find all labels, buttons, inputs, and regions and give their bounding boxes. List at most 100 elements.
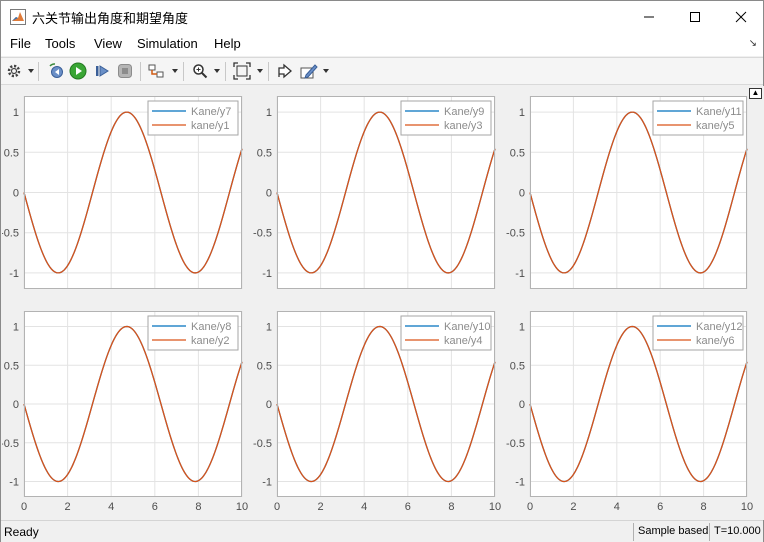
legend[interactable]: Kane/y10 kane/y4 <box>400 315 492 351</box>
legend-entry: kane/y6 <box>696 335 735 347</box>
axes-1[interactable]: 1 0.5 0 -0.5 -1 Kane/y7 kane/y1 <box>0 96 243 289</box>
legend[interactable]: Kane/y11 kane/y5 <box>652 100 744 136</box>
menu-simulation[interactable]: Simulation <box>137 36 198 51</box>
toolbar-separator <box>38 62 39 81</box>
title-bar: 六关节输出角度和期望角度 <box>1 1 763 32</box>
step-forward-button[interactable] <box>92 61 112 81</box>
minimize-button[interactable] <box>626 1 672 32</box>
x-tick-label: 6 <box>405 501 411 513</box>
x-tick-label: 8 <box>448 501 454 513</box>
axes-3[interactable]: 1 0.5 0 -0.5 -1 Kane/y11 kane/y5 <box>506 96 748 289</box>
legend-entry: kane/y3 <box>444 120 483 132</box>
axes-4[interactable]: 10.50-0.5-10246810Kane/y8kane/y2 <box>0 311 248 513</box>
matlab-icon <box>10 9 26 25</box>
legend-entry: Kane/y12 <box>696 321 742 333</box>
stop-icon <box>118 64 132 78</box>
x-tick-label: 8 <box>195 501 201 513</box>
toolbar-separator <box>183 62 184 81</box>
legend-entry: Kane/y9 <box>444 106 484 118</box>
status-ready: Ready <box>4 525 39 539</box>
x-tick-label: 4 <box>108 501 114 513</box>
run-button[interactable] <box>68 61 88 81</box>
status-time: T=10.000 <box>709 523 764 541</box>
x-tick-label: 10 <box>741 501 753 513</box>
legend[interactable]: Kane/y9 kane/y3 <box>400 100 492 136</box>
status-sample-mode: Sample based <box>633 523 712 541</box>
stop-button[interactable] <box>115 61 135 81</box>
zoom-dropdown-icon[interactable] <box>214 69 220 73</box>
menu-file[interactable]: File <box>10 36 31 51</box>
menu-view[interactable]: View <box>94 36 122 51</box>
close-button[interactable] <box>718 1 764 32</box>
x-tick-label: 2 <box>570 501 576 513</box>
legend-entry: kane/y2 <box>191 335 230 347</box>
x-tick-label: 4 <box>614 501 620 513</box>
y-tick-label: 1 <box>13 107 19 119</box>
x-tick-label: 4 <box>361 501 367 513</box>
x-tick-label: 0 <box>527 501 533 513</box>
y-tick-label: -0.5 <box>2 438 19 450</box>
y-tick-label: 0 <box>13 399 19 411</box>
toolbar-separator <box>268 62 269 81</box>
menu-help[interactable]: Help <box>214 36 241 51</box>
axes-2[interactable]: 1 0.5 0 -0.5 -1 Kane/y9 kane/y3 <box>253 96 496 289</box>
x-tick-label: 8 <box>701 501 707 513</box>
y-tick-label: 0 <box>519 399 525 411</box>
y-tick-label: -1 <box>262 477 272 489</box>
step-forward-icon <box>96 65 109 77</box>
x-tick-label: 10 <box>489 501 501 513</box>
y-tick-label: -0.5 <box>253 438 272 450</box>
x-tick-label: 0 <box>21 501 27 513</box>
axes-6[interactable]: 10.50-0.5-10 2 4 6 8 10Kane/y12kane/y6 <box>506 311 753 513</box>
y-tick-label: -0.5 <box>506 438 525 450</box>
highlight-model-button[interactable] <box>275 61 295 81</box>
gear-icon <box>7 64 21 78</box>
signal-selector-dropdown-icon[interactable] <box>172 69 178 73</box>
signal-selector-button[interactable] <box>147 61 167 81</box>
legend-entry: Kane/y8 <box>191 321 231 333</box>
edit-legend-button[interactable] <box>299 61 319 81</box>
y-tick-label: -1 <box>9 477 19 489</box>
zoom-to-fit-button[interactable] <box>232 61 252 81</box>
legend-entry: Kane/y10 <box>444 321 490 333</box>
y-tick-label: -0.5 <box>253 228 272 240</box>
undock-icon[interactable]: ▲ <box>749 88 762 99</box>
y-tick-label: 0.5 <box>257 360 272 372</box>
zoom-in-icon <box>193 64 208 79</box>
scope-display-area: 1 0.5 0 -0.5 -1 Kane/y7 kane/y1 1 0.5 0 -0.5 -1 Kane… <box>0 86 764 520</box>
menu-bar: File Tools View Simulation Help ↘ <box>1 32 763 56</box>
y-tick-label: 0 <box>519 188 525 200</box>
y-tick-label: 1 <box>13 322 19 334</box>
configuration-properties-button[interactable] <box>4 61 24 81</box>
y-tick-label: -1 <box>9 268 19 280</box>
y-tick-label: 0.5 <box>257 147 272 159</box>
close-icon <box>735 11 747 22</box>
legend[interactable]: Kane/y8 kane/y2 <box>147 315 239 351</box>
legend-entry: Kane/y7 <box>191 106 231 118</box>
legend[interactable]: Kane/y12 kane/y6 <box>652 315 744 351</box>
step-back-button[interactable] <box>46 61 66 81</box>
y-tick-label: 0 <box>266 188 272 200</box>
x-tick-label: 6 <box>152 501 158 513</box>
status-bar: Ready Sample based T=10.000 <box>1 520 763 542</box>
zoom-to-fit-dropdown-icon[interactable] <box>257 69 263 73</box>
toolbar <box>1 57 763 85</box>
menu-tools[interactable]: Tools <box>45 36 75 51</box>
legend[interactable]: Kane/y7 kane/y1 <box>147 100 239 136</box>
y-tick-label: 0 <box>13 188 19 200</box>
maximize-button[interactable] <box>672 1 718 32</box>
legend-entry: kane/y4 <box>444 335 483 347</box>
configuration-dropdown-icon[interactable] <box>28 69 34 73</box>
zoom-button[interactable] <box>190 61 210 81</box>
toolbar-separator <box>140 62 141 81</box>
pencil-icon <box>300 64 318 79</box>
x-tick-label: 2 <box>318 501 324 513</box>
maximize-icon <box>690 11 700 22</box>
axes-5[interactable]: 10.50-0.5-10 2 4 6 8 10Kane/y10kane/y4 <box>253 311 501 513</box>
edit-legend-dropdown-icon[interactable] <box>323 69 329 73</box>
y-tick-label: -0.5 <box>2 228 19 240</box>
x-tick-label: 2 <box>65 501 71 513</box>
highlight-icon <box>278 63 292 79</box>
y-tick-label: 1 <box>519 322 525 334</box>
menu-collapse-arrow-icon[interactable]: ↘ <box>749 38 757 49</box>
